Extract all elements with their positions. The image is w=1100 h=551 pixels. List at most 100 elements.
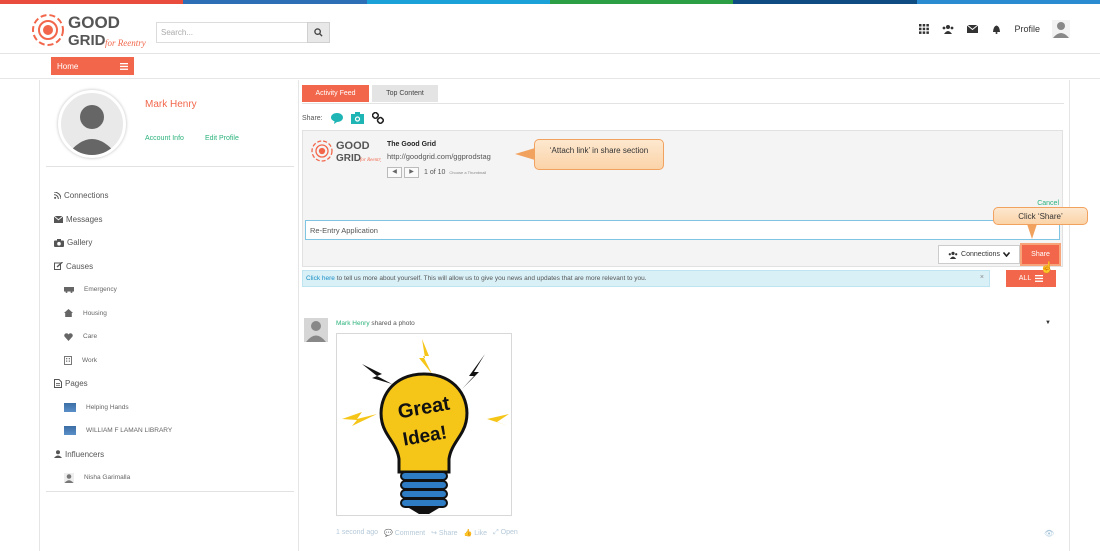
sidebar-subitem-label: Housing bbox=[83, 309, 107, 317]
sidebar-subitem-helping-hands[interactable]: Helping Hands bbox=[54, 396, 294, 420]
ambulance-icon bbox=[64, 287, 74, 294]
filter-all-label: ALL bbox=[1018, 275, 1032, 282]
edit-profile-link[interactable]: Edit Profile bbox=[205, 135, 239, 142]
user-avatar-icon[interactable] bbox=[1052, 20, 1070, 38]
preview-thumbnail[interactable]: GOOD GRID for Reentry bbox=[311, 136, 383, 166]
grid-icon[interactable] bbox=[918, 23, 930, 35]
link-preview: GOOD GRID for Reentry The Good Grid http… bbox=[311, 136, 531, 186]
svg-text:GOOD: GOOD bbox=[336, 140, 370, 152]
envelope-icon[interactable] bbox=[966, 23, 978, 35]
sidebar-item-messages[interactable]: Messages bbox=[54, 208, 294, 232]
account-info-link[interactable]: Account Info bbox=[145, 135, 184, 142]
callout-pointer bbox=[515, 148, 535, 160]
share-post-label: Share bbox=[438, 530, 458, 537]
close-icon[interactable]: × bbox=[980, 274, 984, 281]
svg-text:GRID: GRID bbox=[68, 32, 106, 49]
next-thumbnail-button[interactable]: ▶ bbox=[404, 167, 419, 178]
eye-icon[interactable]: 👁 bbox=[1044, 529, 1054, 538]
good-grid-logo[interactable]: GOOD GRID for Reentry bbox=[28, 8, 153, 52]
tab-divider bbox=[302, 103, 1064, 104]
rss-icon bbox=[54, 192, 61, 200]
post-image[interactable]: Great Idea! bbox=[336, 333, 512, 516]
share-label: Share: bbox=[302, 114, 323, 122]
post-timestamp: 1 second ago bbox=[336, 529, 379, 536]
callout-click-share: Click ‘Share’ bbox=[993, 207, 1088, 225]
preview-title: The Good Grid bbox=[387, 141, 436, 148]
sidebar-item-pages[interactable]: Pages bbox=[54, 372, 294, 396]
user-avatar-icon bbox=[64, 472, 74, 483]
connections-label: Connections bbox=[961, 251, 1000, 258]
users-icon[interactable] bbox=[942, 23, 954, 35]
navbar: GOOD GRID for Reentry Search... Profile bbox=[0, 4, 1100, 54]
home-menu-button[interactable]: Home bbox=[51, 57, 134, 75]
sidebar-divider bbox=[46, 491, 294, 492]
profile-link[interactable]: Profile bbox=[1014, 24, 1040, 34]
comment-button[interactable]: 💬 Comment bbox=[384, 529, 425, 537]
envelope-icon bbox=[54, 215, 63, 223]
connections-dropdown[interactable]: Connections bbox=[938, 245, 1020, 264]
svg-text:for Reentry: for Reentry bbox=[105, 38, 146, 48]
sidebar-item-influencers[interactable]: Influencers bbox=[54, 443, 294, 467]
profile-name[interactable]: Mark Henry bbox=[145, 99, 197, 110]
click-here-link[interactable]: Click here bbox=[306, 275, 335, 282]
sub-navbar: Home bbox=[0, 55, 1100, 79]
cancel-link[interactable]: Cancel bbox=[1037, 200, 1059, 207]
post-author-avatar[interactable] bbox=[304, 318, 328, 342]
post-options-caret[interactable]: ▼ bbox=[1045, 320, 1051, 326]
share-post-button[interactable]: ↪ Share bbox=[431, 529, 458, 537]
sidebar-item-gallery[interactable]: Gallery bbox=[54, 231, 294, 255]
users-icon bbox=[948, 251, 958, 259]
sidebar-subitem-label: WILLIAM F LAMAN LIBRARY bbox=[86, 427, 173, 435]
sidebar-subitem-emergency[interactable]: Emergency bbox=[54, 278, 294, 302]
profile-card: Mark Henry Account Info Edit Profile bbox=[46, 82, 294, 167]
svg-text:GRID: GRID bbox=[336, 153, 361, 164]
profile-avatar[interactable] bbox=[58, 90, 126, 158]
preview-url: http://goodgrid.com/ggprodstag bbox=[387, 152, 491, 161]
bell-icon[interactable] bbox=[990, 23, 1002, 35]
share-text-input[interactable]: Re-Entry Application bbox=[305, 220, 1060, 240]
sidebar-nav: Connections Messages Gallery Causes Emer… bbox=[54, 184, 294, 490]
chevron-down-icon bbox=[1002, 252, 1010, 257]
banner-text: to tell us more about yourself. This wil… bbox=[334, 275, 647, 282]
sidebar-item-label: Causes bbox=[66, 261, 94, 271]
comment-icon[interactable] bbox=[330, 112, 343, 124]
sidebar-subitem-care[interactable]: Care bbox=[54, 325, 294, 349]
sidebar-subitem-laman-library[interactable]: WILLIAM F LAMAN LIBRARY bbox=[54, 419, 294, 443]
profile-info-banner: Click here to tell us more about yoursel… bbox=[302, 270, 990, 287]
sidebar-subitem-label: Helping Hands bbox=[86, 403, 129, 411]
page-thumbnail bbox=[64, 426, 76, 436]
prev-thumbnail-button[interactable]: ◀ bbox=[387, 167, 402, 178]
hamburger-icon bbox=[120, 62, 128, 70]
frame-border-left bbox=[39, 80, 40, 551]
hand-cursor-icon: ☝ bbox=[1040, 262, 1054, 274]
share-type-row: Share: bbox=[302, 112, 384, 124]
tab-top-content[interactable]: Top Content bbox=[372, 85, 438, 102]
sidebar-item-label: Influencers bbox=[65, 449, 105, 459]
sidebar-item-connections[interactable]: Connections bbox=[54, 184, 294, 208]
tab-activity-feed[interactable]: Activity Feed bbox=[302, 85, 369, 102]
like-button[interactable]: 👍 Like bbox=[464, 529, 488, 537]
camera-icon bbox=[54, 238, 64, 247]
sidebar-item-causes[interactable]: Causes bbox=[54, 255, 294, 279]
user-icon bbox=[54, 450, 62, 459]
svg-text:for Reentry: for Reentry bbox=[360, 158, 381, 163]
sidebar-subitem-housing[interactable]: Housing bbox=[54, 302, 294, 326]
sidebar-item-label: Connections bbox=[64, 191, 109, 201]
sidebar-subitem-label: Work bbox=[82, 356, 98, 364]
post-author-link[interactable]: Mark Henry bbox=[336, 320, 370, 327]
post-actions: 1 second ago 💬 Comment ↪ Share 👍 Like ⤢ … bbox=[336, 529, 518, 537]
link-icon[interactable] bbox=[371, 112, 384, 124]
camera-icon[interactable] bbox=[350, 112, 364, 124]
search-button[interactable] bbox=[307, 22, 330, 43]
callout-attach-link: ‘Attach link’ in share section bbox=[534, 139, 664, 170]
search-icon bbox=[314, 28, 323, 37]
home-icon bbox=[64, 309, 73, 318]
search-input[interactable]: Search... bbox=[156, 22, 308, 43]
sidebar-subitem-nisha[interactable]: Nisha Garimalla bbox=[54, 466, 294, 490]
open-button[interactable]: ⤢ Open bbox=[493, 529, 518, 537]
thumbnail-pager: ◀ ▶ 1 of 10 Choose a Thumbnail bbox=[387, 167, 486, 178]
page-thumbnail bbox=[64, 402, 76, 412]
file-icon bbox=[54, 379, 62, 389]
building-icon bbox=[64, 355, 72, 365]
sidebar-subitem-work[interactable]: Work bbox=[54, 349, 294, 373]
